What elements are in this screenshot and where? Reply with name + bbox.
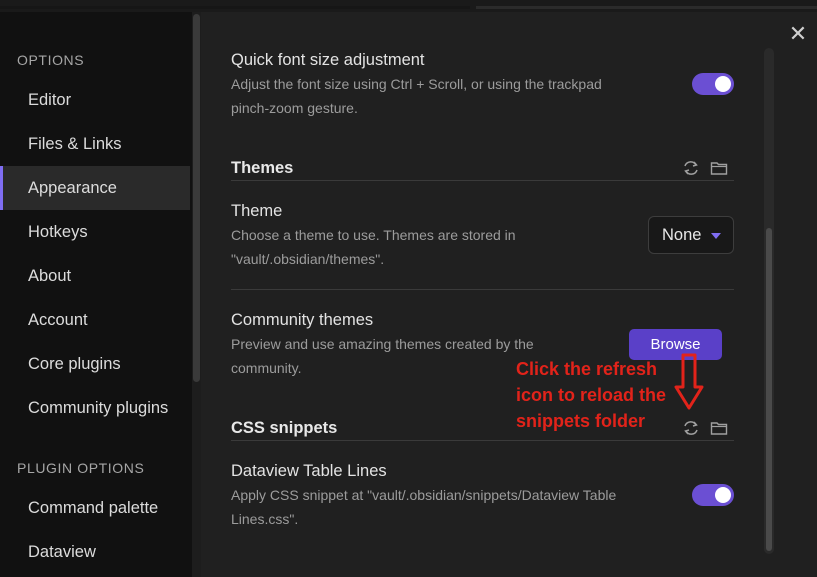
down-arrow-annotation [674, 353, 704, 410]
sidebar-scrollbar-thumb[interactable] [193, 14, 200, 382]
annotation-text: Click the refresh icon to reload the sni… [516, 356, 686, 434]
close-icon[interactable]: ✕ [786, 22, 810, 46]
setting-theme-desc-line1: Choose a theme to use. Themes are stored… [231, 227, 516, 243]
sidebar-item-about[interactable]: About [0, 254, 190, 298]
setting-quick-font-name: Quick font size adjustment [231, 51, 425, 69]
chevron-down-icon [711, 233, 721, 239]
sidebar-scrollbar[interactable] [192, 12, 201, 577]
theme-select[interactable]: None [648, 216, 734, 254]
sidebar-item-account[interactable]: Account [0, 298, 190, 342]
refresh-icon[interactable] [682, 159, 700, 177]
snippet-dataview-name: Dataview Table Lines [231, 462, 387, 480]
snippet-dataview-desc-line1: Apply CSS snippet at "vault/.obsidian/sn… [231, 487, 617, 503]
theme-divider [231, 289, 734, 290]
plugin-options-heading: PLUGIN OPTIONS [17, 460, 145, 476]
sidebar-item-dataview[interactable]: Dataview [0, 530, 190, 574]
toggle-knob [715, 76, 731, 92]
setting-community-themes-desc-line2: community. [231, 360, 302, 376]
top-strip-right [476, 6, 817, 9]
quick-font-toggle[interactable] [692, 73, 734, 95]
css-snippets-heading: CSS snippets [231, 419, 338, 437]
sidebar-item-appearance[interactable]: Appearance [0, 166, 190, 210]
options-heading: OPTIONS [17, 52, 85, 68]
sidebar-item-editor[interactable]: Editor [0, 78, 190, 122]
window-top-strip [0, 0, 817, 12]
themes-heading-divider [231, 180, 734, 181]
sidebar-item-community-plugins[interactable]: Community plugins [0, 386, 190, 430]
sidebar-item-hotkeys[interactable]: Hotkeys [0, 210, 190, 254]
sidebar-item-command-palette[interactable]: Command palette [0, 486, 190, 530]
folder-icon[interactable] [710, 419, 728, 437]
folder-icon[interactable] [710, 159, 728, 177]
themes-heading: Themes [231, 159, 294, 177]
theme-select-value: None [662, 226, 702, 244]
sidebar-item-core-plugins[interactable]: Core plugins [0, 342, 190, 386]
annotation-line1: Click the refresh [516, 359, 658, 379]
sidebar-item-files-links[interactable]: Files & Links [0, 122, 190, 166]
content-scrollbar-thumb[interactable] [766, 228, 772, 551]
css-snippets-divider [231, 440, 734, 441]
snippet-dataview-toggle[interactable] [692, 484, 734, 506]
annotation-line2: icon to reload the [516, 385, 667, 405]
top-strip-left [0, 6, 470, 9]
content-scrollbar[interactable] [764, 48, 774, 554]
setting-theme-name: Theme [231, 202, 283, 220]
setting-community-themes-name: Community themes [231, 311, 374, 329]
setting-quick-font-desc-line2: pinch-zoom gesture. [231, 100, 358, 116]
toggle-knob [715, 487, 731, 503]
setting-theme-desc-line2: "vault/.obsidian/themes". [231, 251, 385, 267]
setting-quick-font-desc-line1: Adjust the font size using Ctrl + Scroll… [231, 76, 602, 92]
setting-community-themes-desc-line1: Preview and use amazing themes created b… [231, 336, 534, 352]
annotation-line3: snippets folder [516, 411, 646, 431]
snippet-dataview-desc-line2: Lines.css". [231, 511, 299, 527]
